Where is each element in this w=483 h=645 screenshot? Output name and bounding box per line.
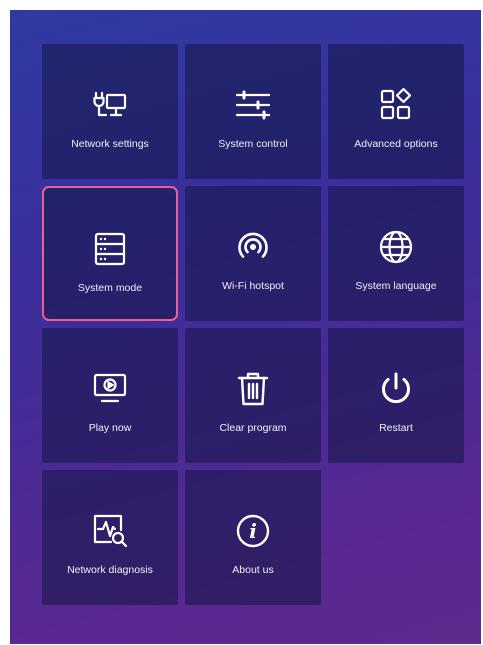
tile-about-us[interactable]: i About us (185, 470, 321, 605)
tile-label: Advanced options (354, 138, 438, 150)
sliders-icon (234, 86, 272, 124)
info-icon: i (234, 512, 272, 550)
tile-label: System control (218, 138, 288, 150)
settings-screen: Network settings System control Advanced… (10, 10, 481, 644)
network-settings-icon (91, 86, 129, 124)
tile-system-mode[interactable]: System mode (42, 186, 178, 321)
tile-clear-program[interactable]: Clear program (185, 328, 321, 463)
settings-grid: Network settings System control Advanced… (42, 44, 464, 605)
tile-network-settings[interactable]: Network settings (42, 44, 178, 179)
trash-icon (234, 370, 272, 408)
power-icon (377, 370, 415, 408)
tile-label: Network settings (71, 138, 149, 150)
tile-wifi-hotspot[interactable]: Wi-Fi hotspot (185, 186, 321, 321)
advanced-options-icon (377, 86, 415, 124)
tile-label: System mode (77, 282, 143, 294)
tile-label: Play now (88, 422, 132, 434)
tile-network-diagnosis[interactable]: Network diagnosis (42, 470, 178, 605)
tile-label: Restart (379, 422, 413, 434)
tile-label: Wi-Fi hotspot (222, 280, 284, 292)
tile-system-language[interactable]: System language (328, 186, 464, 321)
diagnosis-icon (91, 512, 129, 550)
server-icon (91, 230, 129, 268)
tile-label: About us (232, 564, 274, 576)
hotspot-icon (234, 228, 272, 266)
tile-system-control[interactable]: System control (185, 44, 321, 179)
svg-text:i: i (249, 519, 257, 543)
tile-label: Network diagnosis (67, 564, 153, 576)
monitor-play-icon (91, 370, 129, 408)
tile-restart[interactable]: Restart (328, 328, 464, 463)
tile-label: System language (355, 280, 437, 292)
tile-advanced-options[interactable]: Advanced options (328, 44, 464, 179)
tile-label: Clear program (219, 422, 287, 434)
tile-play-now[interactable]: Play now (42, 328, 178, 463)
globe-icon (377, 228, 415, 266)
